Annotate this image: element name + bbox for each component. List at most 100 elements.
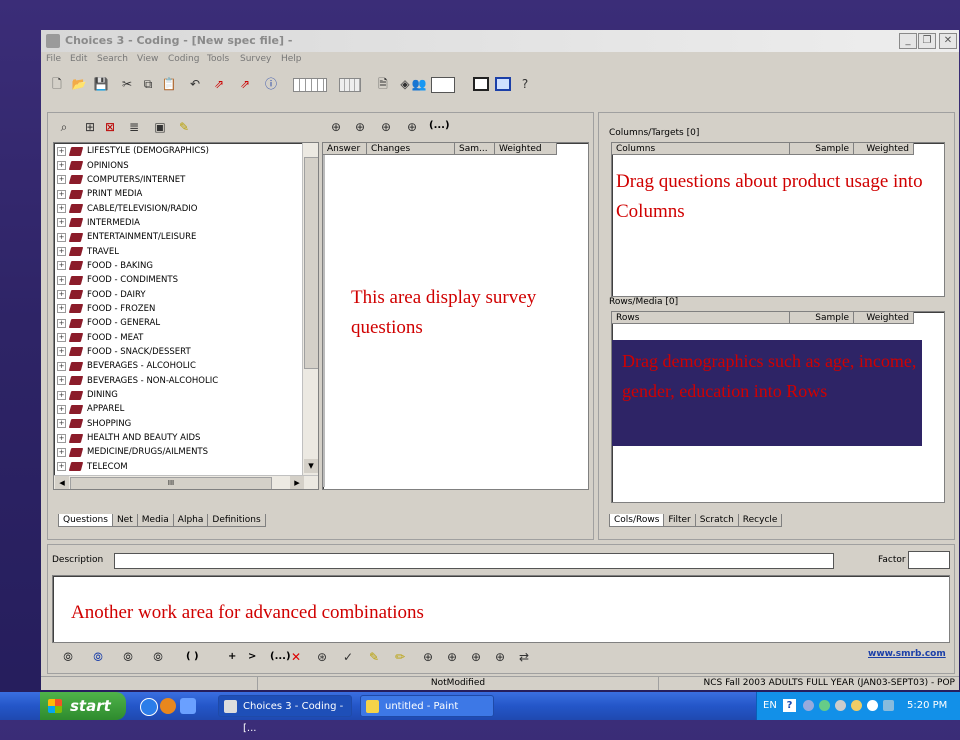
tree-item[interactable]: + MEDICINE/DRUGS/AILMENTS [57,445,299,459]
add-answer-icon[interactable]: ⊕ [328,119,344,135]
col-columns[interactable]: Columns [612,143,790,155]
desktop-icon[interactable] [180,698,196,714]
minimize-button[interactable]: _ [899,33,917,49]
close-button[interactable]: ✕ [939,33,957,49]
edit-sheet-icon[interactable] [431,77,455,93]
expand-plus-icon[interactable]: + [57,361,66,371]
expand-plus-icon[interactable]: + [57,376,66,386]
tree-item[interactable]: + DINING [57,388,299,402]
menu-coding[interactable]: Coding [168,54,199,64]
tree-item[interactable]: + ENTERTAINMENT/LEISURE [57,230,299,244]
layout-2-icon[interactable] [495,77,511,91]
expand-plus-icon[interactable]: + [57,261,66,271]
question-icon[interactable]: ? [517,76,533,92]
cut-icon[interactable]: ✂ [119,76,135,92]
paren-op-button[interactable]: ( ) [186,651,199,662]
tree-item[interactable]: + FOOD - CONDIMENTS [57,273,299,287]
greater-op-button[interactable]: > [248,651,256,662]
tree-item[interactable]: + PRINT MEDIA [57,187,299,201]
tree-item[interactable]: + APPAREL [57,402,299,416]
menu-help[interactable]: Help [281,54,302,64]
tree-item[interactable]: + FOOD - BAKING [57,259,299,273]
col-rows[interactable]: Rows [612,312,790,324]
open-folder-icon[interactable]: 📂 [71,76,87,92]
expand-plus-icon[interactable]: + [57,347,66,357]
pencil-icon[interactable]: ✎ [176,119,192,135]
tree-icon[interactable]: ⊞ [82,119,98,135]
tab-filter[interactable]: Filter [663,514,696,527]
check-icon[interactable]: ✓ [340,649,356,665]
venn-xor-icon[interactable]: ⦾ [150,649,166,665]
tab-definitions[interactable]: Definitions [207,514,266,527]
menu-search[interactable]: Search [97,54,128,64]
undo-icon[interactable]: ↶ [187,76,203,92]
tray-icon-3[interactable] [835,700,846,711]
tree-item[interactable]: + TELECOM [57,460,299,474]
tree-item[interactable]: + BEVERAGES - NON-ALCOHOLIC [57,374,299,388]
tree-item[interactable]: + FOOD - SNACK/DESSERT [57,345,299,359]
rows-list[interactable]: Rows Sample Weighted Drag demographics s… [611,311,945,503]
tray-icon-4[interactable] [851,700,862,711]
expand-plus-icon[interactable]: + [57,419,66,429]
help-circle-icon[interactable]: ⓘ [263,76,279,92]
grid-small-icon[interactable] [339,78,361,92]
tree-item[interactable]: + INTERMEDIA [57,216,299,230]
highlight-icon[interactable]: ✎ [366,649,382,665]
delete-x-icon[interactable]: ✕ [288,649,304,665]
description-input[interactable] [114,553,834,569]
tray-icon-2[interactable] [819,700,830,711]
ie-icon[interactable] [140,698,158,716]
menu-edit[interactable]: Edit [70,54,87,64]
tab-media[interactable]: Media [136,514,174,527]
venn-and-icon[interactable]: ⦾ [60,649,76,665]
tab-recycle[interactable]: Recycle [737,514,783,527]
tree-remove-icon[interactable]: ⊠ [102,119,118,135]
task-choices[interactable]: Choices 3 - Coding - [... [218,695,352,734]
col-rows-sample[interactable]: Sample [790,312,854,324]
columns-list[interactable]: Columns Sample Weighted Drag questions a… [611,142,945,297]
add-node-icon[interactable]: ⊕ [420,649,436,665]
scroll-down-icon[interactable]: ▾ [304,459,318,473]
tree-item[interactable]: + BEVERAGES - ALCOHOLIC [57,359,299,373]
grid-icon[interactable] [293,78,327,92]
tab-alpha[interactable]: Alpha [172,514,209,527]
tab-questions[interactable]: Questions [58,514,113,527]
factor-input[interactable] [908,551,950,569]
expand-plus-icon[interactable]: + [57,189,66,199]
title-bar[interactable]: Choices 3 - Coding - [New spec file] - _… [41,30,959,52]
spec-s-icon[interactable]: ⇗ [211,76,227,92]
tree-item[interactable]: + HEALTH AND BEAUTY AIDS [57,431,299,445]
add-node-4-icon[interactable]: ⊕ [492,649,508,665]
binoculars-2-icon[interactable]: ⊛ [314,649,330,665]
tray-icon-5[interactable] [867,700,878,711]
plus-op-button[interactable]: + [228,651,236,662]
binoculars-icon[interactable]: ⌕ [56,119,72,135]
menu-view[interactable]: View [137,54,158,64]
tab-cols-rows[interactable]: Cols/Rows [609,514,665,527]
tree-vscroll-thumb[interactable] [304,157,318,369]
expand-plus-icon[interactable]: + [57,390,66,400]
scroll-left-icon[interactable]: ◂ [55,476,69,489]
tab-net[interactable]: Net [111,514,138,527]
expand-plus-icon[interactable]: + [57,161,66,171]
tree-item[interactable]: + TRAVEL [57,244,299,258]
expand-plus-icon[interactable]: + [57,204,66,214]
smrb-link[interactable]: www.smrb.com [868,649,946,659]
layout-1-icon[interactable] [473,77,489,91]
col-rows-weighted[interactable]: Weighted [854,312,914,324]
col-columns-weighted[interactable]: Weighted [854,143,914,155]
expand-plus-icon[interactable]: + [57,447,66,457]
new-file-icon[interactable]: 🗋 [49,76,65,92]
clipboard-icon[interactable]: ▣ [152,119,168,135]
firefox-icon[interactable] [160,698,176,714]
share-icon[interactable]: ⇄ [516,649,532,665]
col-changes[interactable]: Changes [367,143,455,155]
expand-plus-icon[interactable]: + [57,404,66,414]
tab-scratch[interactable]: Scratch [694,514,739,527]
tree-item[interactable]: + COMPUTERS/INTERNET [57,173,299,187]
expand-plus-icon[interactable]: + [57,433,66,443]
save-icon[interactable]: 💾 [93,76,109,92]
pen-icon[interactable]: ✏ [392,649,408,665]
tree-item[interactable]: + OPINIONS [57,158,299,172]
page-icon[interactable]: 🗎 [375,76,391,92]
